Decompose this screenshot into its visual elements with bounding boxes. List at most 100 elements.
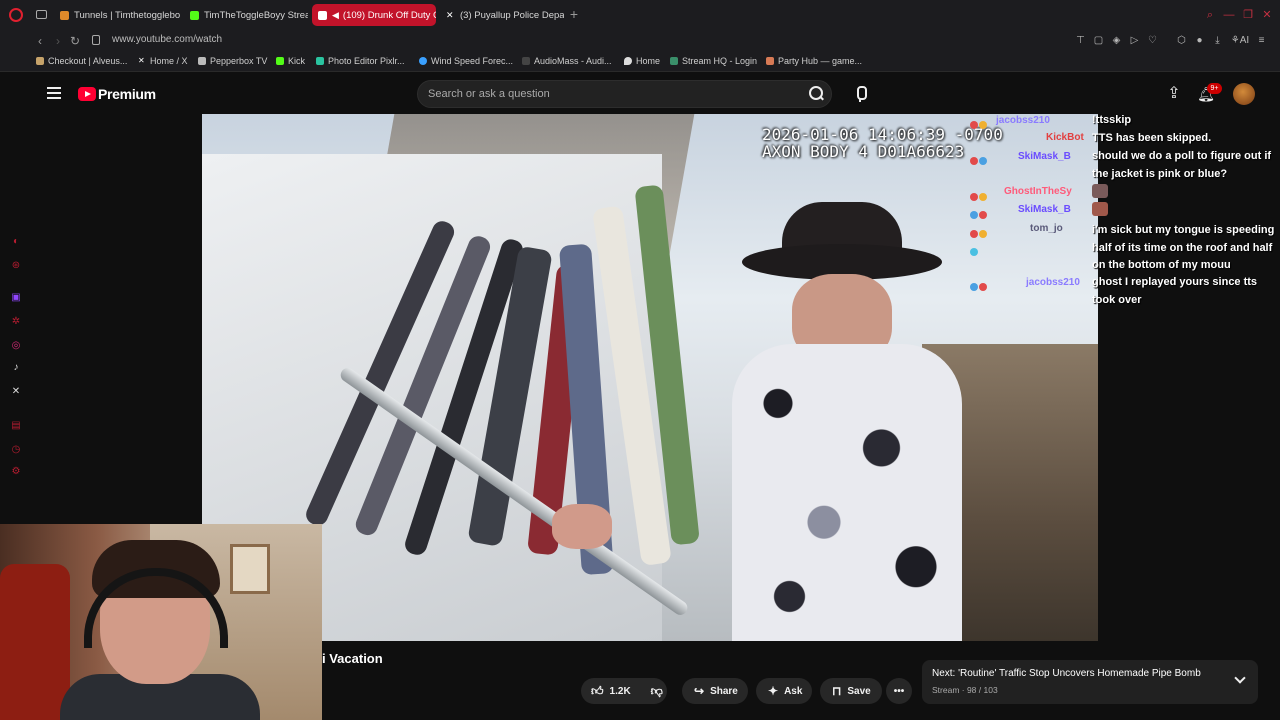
tab-tunnels[interactable]: Tunnels | Timthetoggleboy bbox=[54, 4, 180, 26]
instagram-icon[interactable]: ◎ bbox=[10, 340, 22, 352]
play-icon[interactable]: ▷ bbox=[1128, 34, 1141, 47]
bookmark-label: Wind Speed Forec... bbox=[431, 56, 514, 66]
settings-icon[interactable]: ⚙ bbox=[10, 466, 22, 478]
bookmark-home[interactable]: Home bbox=[624, 56, 660, 66]
chat-username[interactable]: jacobss210 bbox=[1026, 277, 1080, 288]
chat-emote bbox=[1092, 184, 1108, 198]
maximize-button[interactable]: ❐ bbox=[1241, 8, 1255, 22]
notification-badge: 9+ bbox=[1207, 83, 1222, 94]
x-logo-icon: ✕ bbox=[138, 56, 145, 65]
share-label: Share bbox=[710, 685, 738, 697]
ask-label: Ask bbox=[784, 685, 803, 697]
chat-message: TTS has been skipped. bbox=[1092, 132, 1212, 144]
snapshot-icon[interactable]: ▢ bbox=[1092, 34, 1105, 47]
next-up-subtitle: Stream · 98 / 103 bbox=[932, 685, 998, 695]
camo-jacket bbox=[732, 344, 962, 641]
tab-label: TimTheToggleBoyy Stream bbox=[204, 9, 308, 21]
chat-username[interactable]: tom_jo bbox=[1030, 223, 1063, 234]
shield-icon[interactable]: ◈ bbox=[1110, 34, 1123, 47]
bookmark-stream-hq[interactable]: Stream HQ - Login bbox=[670, 56, 757, 66]
opera-logo-icon[interactable] bbox=[9, 8, 23, 22]
share-button[interactable]: ↪ Share bbox=[682, 678, 748, 704]
bookmarks-bar: Checkout | Alveus... ✕ Home / X Pepperbox… bbox=[0, 52, 1280, 72]
kick-icon[interactable]: ✲ bbox=[10, 316, 22, 328]
bookmark-favicon-icon bbox=[316, 57, 324, 65]
search-tabs-icon[interactable]: ⌕ bbox=[1203, 8, 1217, 22]
messenger-icon[interactable]: ⊛ bbox=[10, 260, 22, 272]
ask-button[interactable]: ✦ Ask bbox=[756, 678, 812, 704]
tab-favicon-icon bbox=[318, 10, 327, 20]
tab-kick-stream[interactable]: TimTheToggleBoyy Stream bbox=[184, 4, 308, 26]
twitch-icon[interactable]: ▣ bbox=[10, 292, 22, 304]
tab-youtube-active[interactable]: ◀ (109) Drunk Off Duty C bbox=[312, 4, 436, 26]
chat-message: ghost I replayed yours since tts took ov… bbox=[1092, 276, 1258, 306]
chat-username[interactable]: GhostInTheSy bbox=[1004, 186, 1072, 197]
bookmark-kick[interactable]: Kick bbox=[276, 56, 305, 66]
chat-badges bbox=[970, 116, 996, 129]
sparkle-icon: ✦ bbox=[768, 684, 779, 698]
lock-icon[interactable] bbox=[92, 35, 100, 45]
search-placeholder: Search or ask a question bbox=[428, 88, 550, 100]
next-up-card[interactable]: Next: 'Routine' Traffic Stop Uncovers Ho… bbox=[922, 660, 1258, 704]
download-icon[interactable]: ⤓ bbox=[1211, 34, 1224, 47]
bookmark-icon: ⊓ bbox=[832, 684, 842, 698]
chat-message: should we do a poll to figure out if the… bbox=[1092, 150, 1272, 180]
like-count[interactable]: 1.2K bbox=[610, 686, 631, 697]
tab-x-puyallup[interactable]: ✕ (3) Puyallup Police Departm bbox=[440, 4, 564, 26]
youtube-brand[interactable]: Premium bbox=[98, 86, 156, 102]
history-icon[interactable]: ◷ bbox=[10, 444, 22, 456]
more-icon: ••• bbox=[893, 685, 905, 697]
bookmark-checkout[interactable]: Checkout | Alveus... bbox=[36, 56, 127, 66]
aria-ai-icon[interactable]: ⚘AI bbox=[1230, 34, 1250, 47]
bookmark-favicon-icon bbox=[522, 57, 530, 65]
video-player[interactable]: 2026-01-06 14:06:39 -0700 AXON BODY 4 D0… bbox=[202, 114, 1098, 641]
bookmark-favicon-icon bbox=[670, 57, 678, 65]
save-button[interactable]: ⊓ Save bbox=[820, 678, 882, 704]
forward-button[interactable]: › bbox=[50, 33, 66, 49]
profile-icon[interactable]: ● bbox=[1193, 34, 1206, 47]
chat-username[interactable]: SkiMask_B bbox=[1018, 151, 1071, 162]
bookmark-x-home[interactable]: ✕ Home / X bbox=[138, 56, 188, 66]
minimize-button[interactable]: — bbox=[1222, 8, 1236, 22]
chat-username[interactable]: SkiMask_B bbox=[1018, 204, 1071, 215]
chat-badges bbox=[970, 152, 996, 165]
bookmark-pixlr[interactable]: Photo Editor Pixlr... bbox=[316, 56, 405, 66]
hamburger-menu-icon[interactable] bbox=[47, 87, 61, 99]
stream-chat-overlay: jacobss210 !ttsskip KickBot TTS has been… bbox=[970, 112, 1280, 312]
avatar[interactable] bbox=[1233, 83, 1255, 105]
aria-icon[interactable]: ◐ bbox=[10, 236, 22, 248]
url-field[interactable]: www.youtube.com/watch bbox=[112, 34, 222, 45]
x-icon[interactable]: ✕ bbox=[10, 386, 22, 398]
close-window-button[interactable]: ✕ bbox=[1260, 8, 1274, 22]
youtube-logo-icon[interactable] bbox=[78, 87, 96, 101]
thumbs-up-icon[interactable]: 👍︎ bbox=[591, 684, 604, 699]
back-button[interactable]: ‹ bbox=[32, 33, 48, 49]
workspaces-icon[interactable] bbox=[36, 10, 47, 19]
heart-icon[interactable]: ♡ bbox=[1146, 34, 1159, 47]
pin-icon[interactable]: ⊤ bbox=[1074, 34, 1087, 47]
menu-icon[interactable]: ≡ bbox=[1255, 34, 1268, 47]
bookmark-pepperbox[interactable]: Pepperbox TV bbox=[198, 56, 267, 66]
chat-username[interactable]: KickBot bbox=[1046, 132, 1084, 143]
microphone-icon[interactable] bbox=[850, 84, 870, 104]
chat-badges bbox=[970, 188, 996, 201]
chat-username[interactable]: jacobss210 bbox=[996, 115, 1050, 126]
bookmarks-icon[interactable]: ▤ bbox=[10, 420, 22, 432]
chat-message: i'm sick but my tongue is speeding half … bbox=[1092, 224, 1275, 271]
speaker-icon[interactable]: ◀ bbox=[332, 10, 339, 21]
chat-badges bbox=[970, 225, 996, 256]
search-icon[interactable] bbox=[805, 83, 827, 105]
new-tab-button[interactable]: + bbox=[567, 7, 581, 21]
bookmark-party-hub[interactable]: Party Hub — game... bbox=[766, 56, 862, 66]
bookmark-wind-speed[interactable]: Wind Speed Forec... bbox=[419, 56, 513, 66]
person-hand bbox=[552, 504, 612, 549]
tiktok-icon[interactable]: ♪ bbox=[10, 362, 22, 374]
more-actions-button[interactable]: ••• bbox=[886, 678, 912, 704]
bookmark-audiomass[interactable]: AudioMass - Audi... bbox=[522, 56, 612, 66]
search-input[interactable]: Search or ask a question bbox=[417, 80, 832, 108]
extensions-icon[interactable]: ⬡ bbox=[1175, 34, 1188, 47]
reload-button[interactable]: ↻ bbox=[67, 33, 83, 49]
upload-icon[interactable]: ⇪ bbox=[1164, 84, 1184, 104]
chevron-down-icon[interactable] bbox=[1234, 672, 1246, 684]
thumbs-down-icon[interactable]: 👎︎ bbox=[651, 684, 663, 699]
